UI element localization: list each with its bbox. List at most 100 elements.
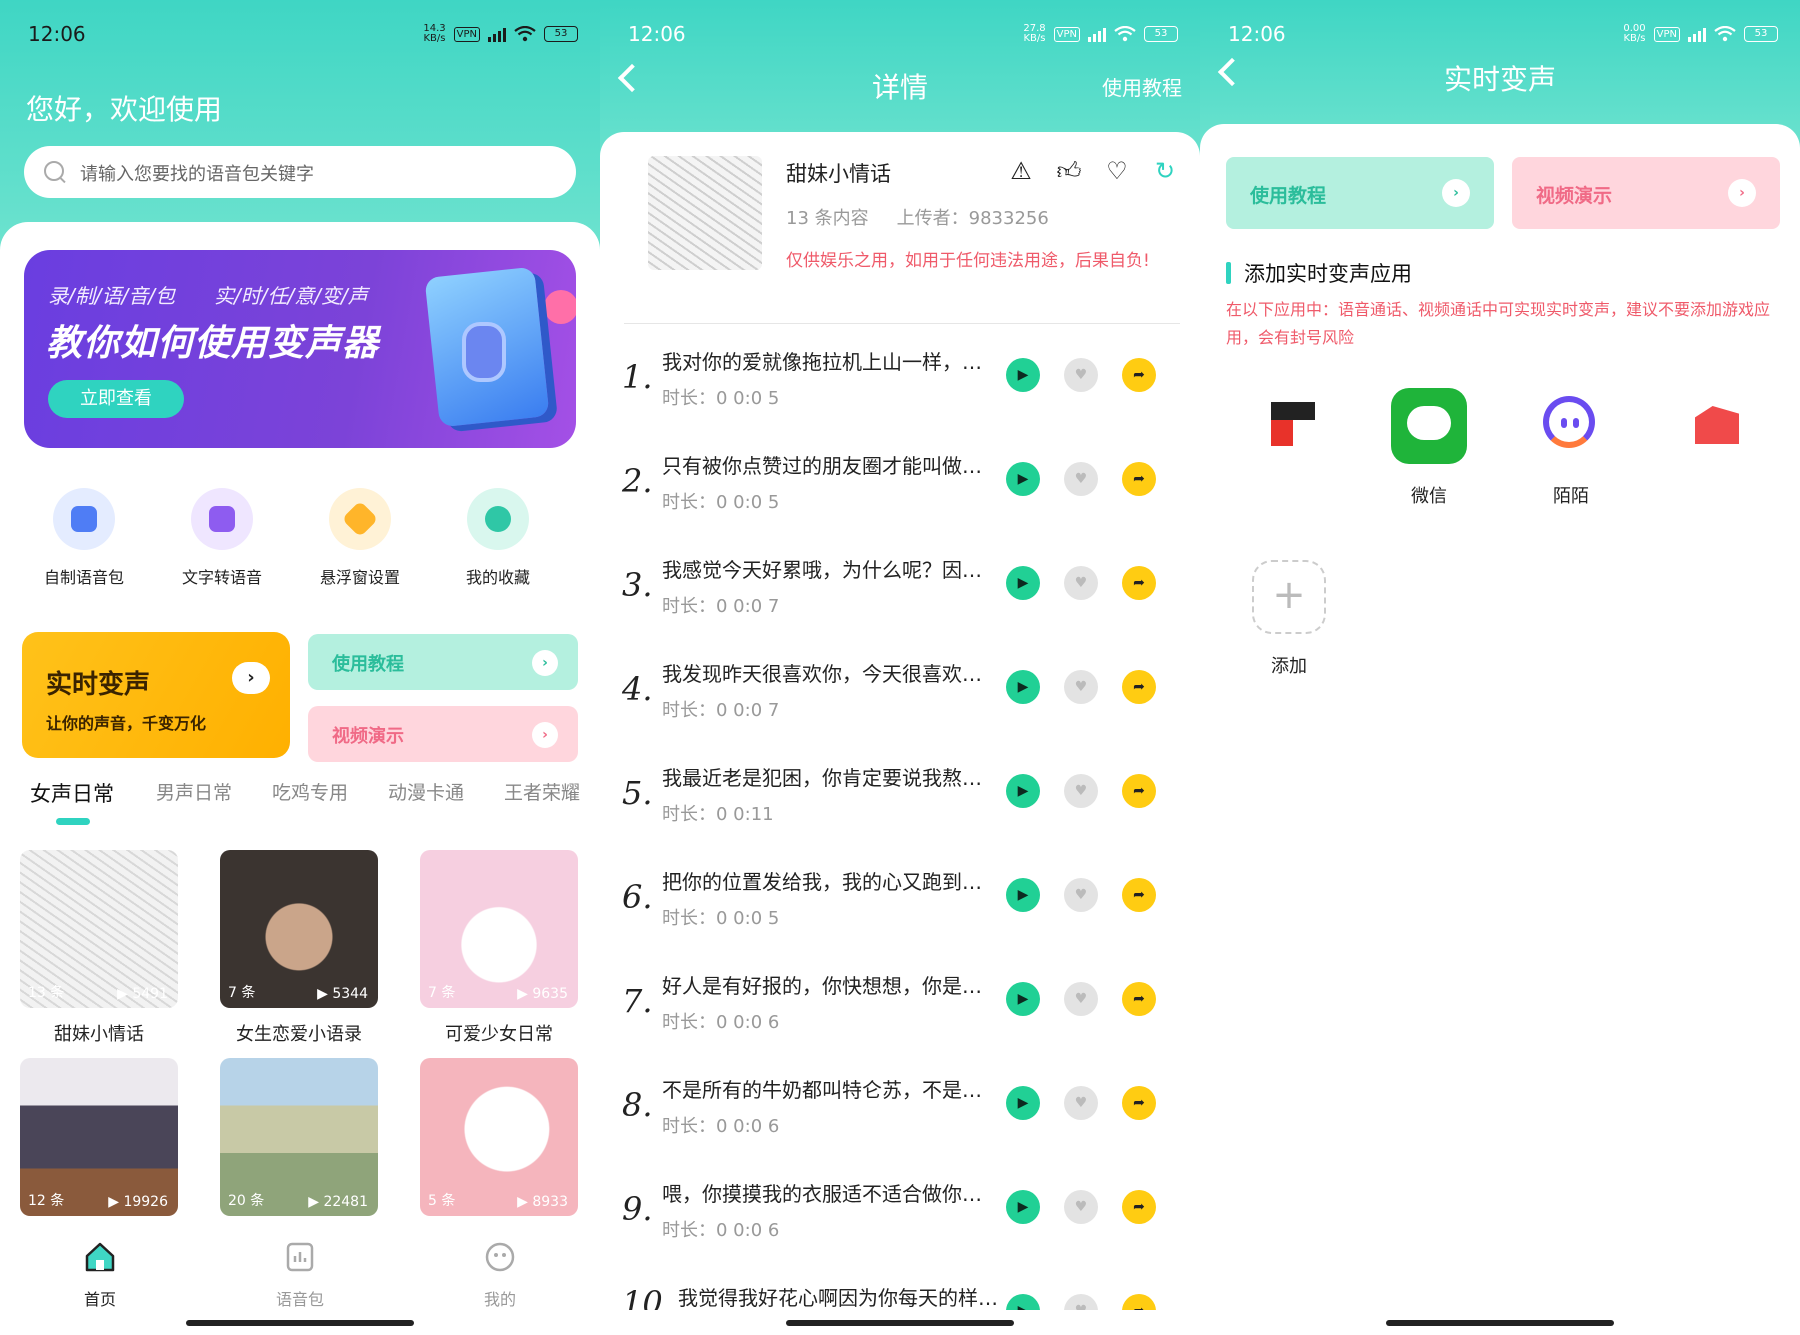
realtime-voice-card[interactable]: 实时变声 让你的声音，千变万化 › [22,632,290,758]
app-item-wechat[interactable]: 微信 [1374,388,1484,508]
report-icon[interactable]: ⚠ [1006,156,1036,186]
video-demo-button[interactable]: 视频演示 › [1512,157,1780,229]
clip-row[interactable]: 6. 把你的位置发给我，我的心又跑到… 时长：0 0:0 5 ▶ ♥ ➦ [622,860,1192,964]
pack-cover: 7 条 ▶ 9635 [420,850,578,1008]
share-icon[interactable]: ➦ [1122,982,1156,1016]
heart-icon[interactable]: ♥ [1064,1190,1098,1224]
play-icon[interactable]: ▶ [1006,878,1040,912]
voice-pack-card[interactable]: 13 条 ▶ 5491 甜妹小情话 [20,850,178,1046]
tutorial-link[interactable]: 使用教程 [1102,72,1182,101]
heart-icon[interactable]: ♥ [1064,462,1098,496]
clip-row[interactable]: 8. 不是所有的牛奶都叫特仑苏，不是… 时长：0 0:0 6 ▶ ♥ ➦ [622,1068,1192,1172]
clip-title: 只有被你点赞过的朋友圈才能叫做… [662,454,982,478]
heart-icon[interactable]: ♥ [1064,1294,1098,1310]
tab-profile[interactable]: 我的 [440,1240,560,1310]
play-icon[interactable]: ▶ [1006,1086,1040,1120]
pack-name: 可爱少女日常 [445,1024,553,1045]
heart-icon[interactable]: ♥ [1064,670,1098,704]
heart-icon[interactable]: ♥ [1064,982,1098,1016]
vpn-icon: VPN [1053,26,1080,42]
play-icon[interactable]: ▶ [1006,1294,1040,1310]
play-count: ▶ 9635 [517,986,568,1002]
share-icon[interactable]: ➦ [1122,358,1156,392]
clip-row[interactable]: 5. 我最近老是犯困，你肯定要说我熬… 时长：0 0:11 ▶ ♥ ➦ [622,756,1192,860]
share-icon[interactable]: ➦ [1122,462,1156,496]
share-icon[interactable]: ➦ [1122,1086,1156,1120]
clip-title: 我对你的爱就像拖拉机上山一样，轰… [662,350,982,374]
clip-row[interactable]: 3. 我感觉今天好累哦，为什么呢？因… 时长：0 0:0 7 ▶ ♥ ➦ [622,548,1192,652]
clip-row[interactable]: 7. 好人是有好报的，你快想想，你是做… 时长：0 0:0 6 ▶ ♥ ➦ [622,964,1192,1068]
wifi-icon [1114,26,1136,42]
tab-pubg[interactable]: 吃鸡专用 [272,778,348,805]
view-now-button[interactable]: 立即查看 [48,380,184,418]
clip-duration: 时长：0 0:0 5 [662,908,780,929]
share-icon[interactable]: ➦ [1122,1294,1156,1310]
feature-voice-pack[interactable]: 自制语音包 [24,480,144,588]
clip-title: 把你的位置发给我，我的心又跑到… [662,870,982,894]
status-bar: 12:06 27.8 KB/s VPN 53 [628,22,1178,52]
heart-icon[interactable]: ♥ [1064,566,1098,600]
wifi-icon [1714,26,1736,42]
play-icon[interactable]: ▶ [1006,1190,1040,1224]
play-icon[interactable]: ▶ [1006,670,1040,704]
pack-name: 女生恋爱小语录 [236,1024,362,1045]
thumbs-up-icon[interactable]: 👍︎ [1054,156,1084,186]
voice-pack-card[interactable]: 5 条 ▶ 8933 [420,1058,578,1216]
feature-text-to-speech[interactable]: 文字转语音 [162,480,282,588]
feature-floating-window[interactable]: 悬浮窗设置 [300,480,420,588]
app-item[interactable] [1658,388,1768,504]
share-icon[interactable]: ➦ [1122,670,1156,704]
app-item-momo[interactable]: 陌陌 [1516,388,1626,508]
section-title: 添加实时变声应用 [1244,262,1412,286]
tutorial-button[interactable]: 使用教程 › [1226,157,1494,229]
heart-icon[interactable]: ♡ [1102,156,1132,186]
share-icon[interactable]: ➦ [1122,1190,1156,1224]
app-item[interactable] [1234,388,1344,504]
play-icon[interactable]: ▶ [1006,566,1040,600]
share-icon[interactable]: ➦ [1122,878,1156,912]
clip-number: 4. [622,670,653,708]
feature-label: 自制语音包 [43,568,124,587]
play-count: ▶ 22481 [308,1194,368,1210]
tab-male-daily[interactable]: 男声日常 [156,778,232,805]
voice-pack-card[interactable]: 7 条 ▶ 9635 可爱少女日常 [420,850,578,1046]
refresh-icon[interactable]: ↻ [1150,156,1180,186]
video-demo-button[interactable]: 视频演示 › [308,706,578,762]
app-label: 陌陌 [1553,486,1589,507]
play-icon[interactable]: ▶ [1006,358,1040,392]
pack-meta: 13 条内容 上传者：9833256 [786,204,1049,230]
play-icon[interactable]: ▶ [1006,462,1040,496]
tab-home[interactable]: 首页 [40,1240,160,1310]
feature-favorites[interactable]: 我的收藏 [438,480,558,588]
search-input[interactable]: 请输入您要找的语音包关键字 [24,146,576,198]
voice-pack-card[interactable]: 12 条 ▶ 19926 [20,1058,178,1216]
heart-icon[interactable]: ♥ [1064,358,1098,392]
share-icon[interactable]: ➦ [1122,566,1156,600]
home-indicator [786,1320,1014,1326]
add-app-button[interactable]: + [1252,560,1326,634]
tab-honor-of-kings[interactable]: 王者荣耀 [504,778,580,805]
chevron-right-icon: › [532,650,558,676]
banner-title: 教你如何使用变声器 [46,323,380,364]
play-icon[interactable]: ▶ [1006,982,1040,1016]
heart-icon[interactable]: ♥ [1064,1086,1098,1120]
play-icon[interactable]: ▶ [1006,774,1040,808]
clip-row[interactable]: 1. 我对你的爱就像拖拉机上山一样，轰… 时长：0 0:0 5 ▶ ♥ ➦ [622,340,1192,444]
tab-voice-packs[interactable]: 语音包 [240,1240,360,1310]
feature-label: 我的收藏 [465,568,530,587]
tutorial-banner[interactable]: 录/制/语/音/包 实/时/任/意/变/声 教你如何使用变声器 立即查看 [24,250,576,448]
voice-pack-card[interactable]: 7 条 ▶ 5344 女生恋爱小语录 [220,850,378,1046]
clip-row[interactable]: 10. 我觉得我好花心啊因为你每天的样… ▶ ♥ ➦ [622,1276,1192,1310]
tab-female-daily[interactable]: 女声日常 [30,778,114,808]
clip-row[interactable]: 2. 只有被你点赞过的朋友圈才能叫做… 时长：0 0:0 5 ▶ ♥ ➦ [622,444,1192,548]
heart-icon[interactable]: ♥ [1064,774,1098,808]
share-icon[interactable]: ➦ [1122,774,1156,808]
tab-anime[interactable]: 动漫卡通 [388,778,464,805]
pack-cover: 13 条 ▶ 5491 [20,850,178,1008]
heart-icon[interactable]: ♥ [1064,878,1098,912]
clip-number: 6. [622,878,653,916]
voice-pack-card[interactable]: 20 条 ▶ 22481 [220,1058,378,1216]
clip-row[interactable]: 4. 我发现昨天很喜欢你，今天很喜欢… 时长：0 0:0 7 ▶ ♥ ➦ [622,652,1192,756]
tutorial-button[interactable]: 使用教程 › [308,634,578,690]
clip-row[interactable]: 9. 喂，你摸摸我的衣服适不适合做你女… 时长：0 0:0 6 ▶ ♥ ➦ [622,1172,1192,1276]
